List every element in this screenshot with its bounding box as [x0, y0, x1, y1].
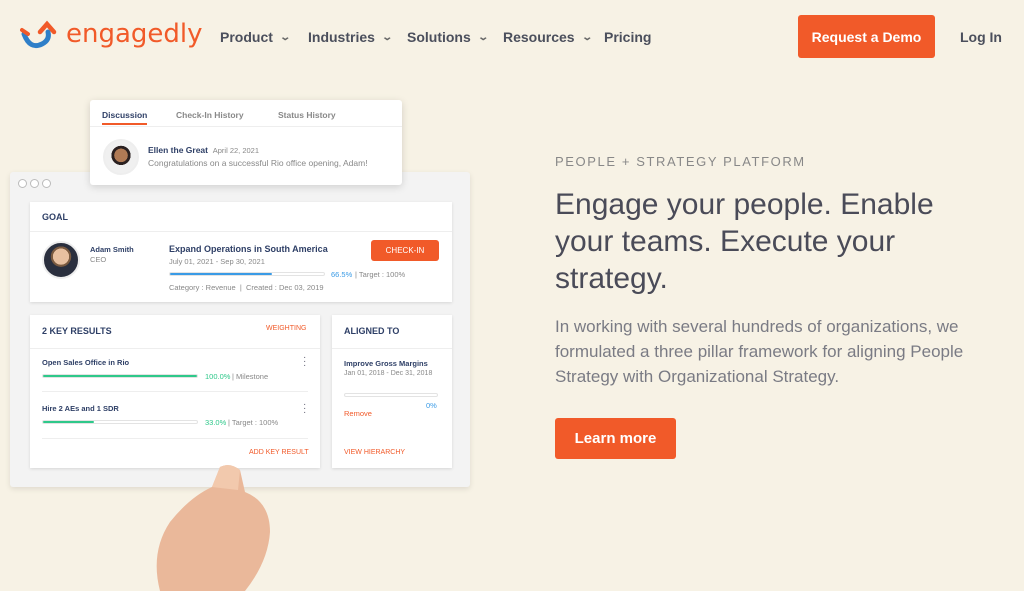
goal-card: GOAL Adam Smith CEO Expand Operations in… [30, 202, 452, 302]
meta: Target : 100% [231, 418, 279, 427]
goal-title: Expand Operations in South America [169, 244, 328, 254]
nav-label: Pricing [604, 29, 652, 45]
key-result-meta: | Target : 100% [228, 418, 279, 427]
request-demo-button[interactable]: Request a Demo [798, 15, 935, 58]
logo[interactable]: engagedly [20, 19, 203, 52]
add-key-result-link[interactable]: ADD KEY RESULT [249, 449, 309, 456]
logo-icon [20, 20, 57, 49]
category: Category : Revenue [169, 283, 236, 292]
tab-check-in-history[interactable]: Check-In History [176, 110, 244, 120]
tab-status-history[interactable]: Status History [278, 110, 336, 120]
comment-text: Congratulations on a successful Rio offi… [148, 158, 368, 168]
chevron-down-icon: ⌄ [477, 31, 489, 43]
aligned-title: Improve Gross Margins [344, 359, 428, 368]
check-in-button[interactable]: CHECK-IN [371, 240, 439, 261]
remove-link[interactable]: Remove [344, 409, 372, 418]
nav-label: Industries [308, 29, 375, 45]
key-result-progress-bar [42, 420, 198, 424]
created: Created : Dec 03, 2019 [246, 283, 324, 292]
logo-text: engagedly [66, 19, 203, 49]
key-result-title: Open Sales Office in Rio [42, 358, 130, 367]
nav-pricing[interactable]: Pricing [604, 29, 651, 45]
nav-industries[interactable]: Industries ⌄ [308, 29, 393, 45]
aligned-dates: Jan 01, 2018 - Dec 31, 2018 [344, 370, 433, 377]
key-results-card: 2 KEY RESULTS WEIGHTING Open Sales Offic… [30, 315, 320, 468]
aligned-card: ALIGNED TO Improve Gross Margins Jan 01,… [332, 315, 452, 468]
comment-header: Ellen the Great April 22, 2021 [148, 145, 259, 155]
learn-more-button[interactable]: Learn more [555, 418, 676, 459]
window-dots [18, 179, 51, 188]
chevron-down-icon: ⌄ [381, 31, 393, 43]
tab-discussion[interactable]: Discussion [102, 110, 148, 125]
nav-label: Solutions [407, 29, 471, 45]
hero-eyebrow: PEOPLE + STRATEGY PLATFORM [555, 154, 806, 169]
key-result-progress-label: 100.0% [205, 372, 231, 381]
weighting-link[interactable]: WEIGHTING [266, 325, 306, 332]
target-text: Target : 100% [358, 270, 406, 279]
nav-product[interactable]: Product ⌄ [220, 29, 291, 45]
login-link[interactable]: Log In [960, 29, 1002, 45]
avatar [103, 139, 139, 175]
key-result-progress-label: 33.0% [205, 418, 227, 427]
goal-meta: Category : Revenue | Created : Dec 03, 2… [169, 283, 324, 292]
nav-solutions[interactable]: Solutions ⌄ [407, 29, 489, 45]
key-results-header: 2 KEY RESULTS [42, 326, 112, 336]
hand-illustration [156, 465, 270, 591]
hero-headline: Engage your people. Enable your teams. E… [555, 188, 934, 295]
goal-progress-label: 66.5% [331, 270, 353, 279]
aligned-progress-bar [344, 393, 438, 397]
more-menu-icon[interactable]: · · · [303, 400, 306, 418]
aligned-header: ALIGNED TO [344, 326, 400, 336]
goal-header: GOAL [42, 212, 68, 222]
meta: Milestone [236, 372, 269, 381]
goal-dates: July 01, 2021 - Sep 30, 2021 [169, 257, 265, 266]
aligned-progress-label: 0% [426, 401, 437, 410]
key-result-progress-bar [42, 374, 198, 378]
key-result-title: Hire 2 AEs and 1 SDR [42, 404, 119, 413]
owner-name: Adam Smith [90, 245, 134, 254]
avatar [42, 241, 80, 279]
chevron-down-icon: ⌄ [279, 31, 291, 43]
owner-role: CEO [90, 255, 107, 264]
hero-body: In working with several hundreds of orga… [555, 317, 964, 386]
nav-label: Product [220, 29, 273, 45]
key-result-meta: | Milestone [232, 372, 269, 381]
more-menu-icon[interactable]: · · · [303, 353, 306, 371]
comment-date: April 22, 2021 [212, 146, 260, 155]
nav-resources[interactable]: Resources ⌄ [503, 29, 593, 45]
view-hierarchy-link[interactable]: VIEW HIERARCHY [344, 449, 405, 456]
goal-target: | Target : 100% [355, 270, 406, 279]
chevron-down-icon: ⌄ [580, 31, 593, 43]
author: Ellen the Great [148, 145, 208, 155]
discussion-popover: Discussion Check-In History Status Histo… [90, 100, 402, 185]
nav-label: Resources [503, 29, 575, 45]
goal-progress-bar [169, 272, 325, 276]
